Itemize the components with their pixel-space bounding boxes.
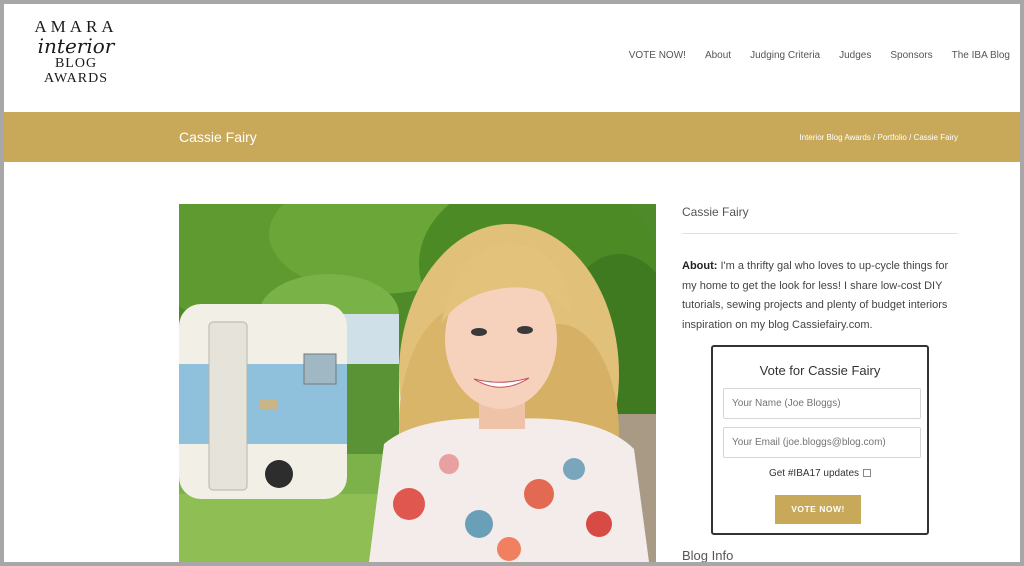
updates-option: Get #IBA17 updates <box>713 468 927 479</box>
updates-label: Get #IBA17 updates <box>768 468 860 479</box>
voter-email-input[interactable] <box>723 427 921 458</box>
nav-iba-blog[interactable]: The IBA Blog <box>952 50 1010 61</box>
about-body: I'm a thrifty gal who loves to up-cycle … <box>682 260 949 331</box>
nav-about[interactable]: About <box>705 50 731 61</box>
sidebar-blogger-name: Cassie Fairy <box>682 205 749 219</box>
about-text: About: I'm a thrifty gal who loves to up… <box>682 257 964 335</box>
nav-sponsors[interactable]: Sponsors <box>890 50 932 61</box>
site-logo[interactable]: AMARA interior BLOG AWARDS <box>28 18 124 86</box>
page-frame: AMARA interior BLOG AWARDS VOTE NOW! Abo… <box>4 4 1020 562</box>
portfolio-photo <box>179 204 656 562</box>
updates-checkbox[interactable] <box>863 469 872 477</box>
vote-form: Vote for Cassie Fairy Get #IBA17 updates… <box>711 345 929 535</box>
page-title: Cassie Fairy <box>179 129 257 145</box>
about-label: About: <box>682 260 718 272</box>
breadcrumb[interactable]: Interior Blog Awards / Portfolio / Cassi… <box>799 133 958 142</box>
logo-line-interior: interior <box>37 34 115 58</box>
site-header: AMARA interior BLOG AWARDS VOTE NOW! Abo… <box>4 4 1020 112</box>
main-nav: VOTE NOW! About Judging Criteria Judges … <box>610 50 1010 61</box>
nav-vote-now[interactable]: VOTE NOW! <box>629 50 686 61</box>
voter-name-input[interactable] <box>723 388 921 419</box>
logo-line-amara: AMARA <box>34 17 118 36</box>
vote-form-title: Vote for Cassie Fairy <box>759 363 881 378</box>
sidebar-divider <box>682 233 958 234</box>
nav-judges[interactable]: Judges <box>839 50 871 61</box>
blog-info-heading: Blog Info <box>682 548 734 562</box>
title-bar: Cassie Fairy Interior Blog Awards / Port… <box>4 112 1020 162</box>
logo-line-awards: AWARDS <box>44 71 108 86</box>
logo-line-blog: BLOG <box>54 56 98 71</box>
nav-judging-criteria[interactable]: Judging Criteria <box>750 50 820 61</box>
vote-now-button[interactable]: VOTE NOW! <box>775 495 861 524</box>
